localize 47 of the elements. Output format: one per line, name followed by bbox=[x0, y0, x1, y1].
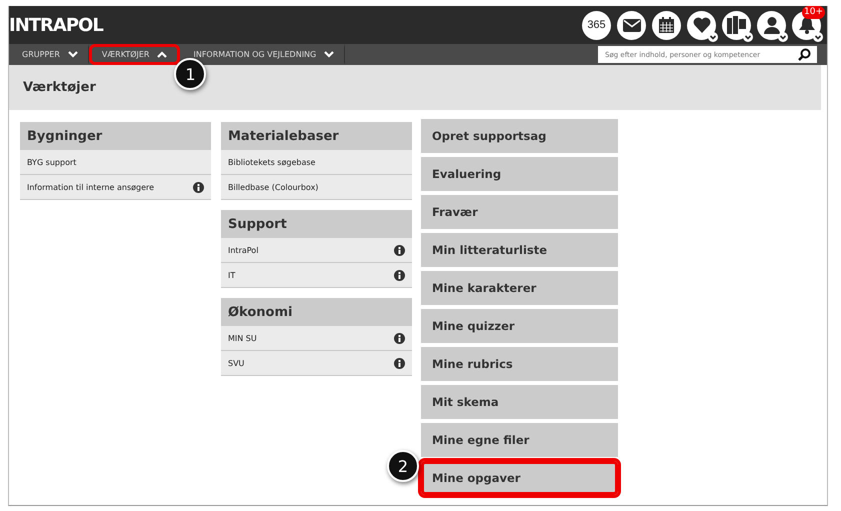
tool-link[interactable]: Min litteraturliste bbox=[421, 233, 618, 267]
tool-link[interactable]: Mine karakterer bbox=[421, 271, 618, 305]
envelope-icon bbox=[622, 18, 640, 32]
page-title: Værktøjer bbox=[23, 80, 96, 95]
info-icon bbox=[394, 270, 405, 280]
group-heading: Materialebaser bbox=[221, 122, 412, 150]
group-heading: Bygninger bbox=[20, 122, 211, 150]
link-row[interactable]: IntraPol bbox=[221, 238, 412, 263]
logo[interactable]: INTRAPOL bbox=[9, 14, 103, 36]
person-button[interactable] bbox=[757, 10, 786, 40]
info-icon bbox=[394, 332, 405, 344]
group-heading: Økonomi bbox=[221, 298, 412, 326]
tool-link[interactable]: Mine quizzer bbox=[421, 309, 618, 343]
tool-link[interactable]: Mine rubrics bbox=[421, 347, 618, 381]
books-button[interactable] bbox=[722, 10, 751, 40]
bell-icon bbox=[798, 16, 814, 34]
chevron-up-icon bbox=[157, 51, 168, 58]
heart-button[interactable] bbox=[687, 10, 716, 40]
mail-button[interactable] bbox=[617, 10, 646, 40]
office-button[interactable]: 365 bbox=[582, 10, 611, 40]
tool-link[interactable]: Mine egne filer bbox=[421, 423, 618, 457]
link-row[interactable]: IT bbox=[221, 263, 412, 288]
link-row[interactable]: SVU bbox=[221, 351, 412, 376]
heart-icon bbox=[692, 17, 710, 33]
info-icon bbox=[394, 358, 405, 368]
books-icon bbox=[726, 16, 746, 34]
link-row[interactable]: BYG support bbox=[20, 150, 211, 175]
chevron-down-icon bbox=[324, 51, 334, 58]
tool-link[interactable]: Fravær bbox=[421, 195, 618, 229]
tool-link[interactable]: Mine opgaver bbox=[421, 461, 618, 495]
person-icon bbox=[764, 16, 780, 34]
tool-link[interactable]: Opret supportsag bbox=[421, 119, 618, 153]
step-marker: 2 bbox=[387, 450, 419, 482]
calendar-icon bbox=[659, 17, 674, 33]
link-row[interactable]: Bibliotekets søgebase bbox=[221, 150, 412, 175]
info-icon bbox=[193, 182, 204, 192]
chevron-down-icon bbox=[68, 51, 78, 58]
info-icon bbox=[394, 244, 405, 256]
link-row[interactable]: Information til interne ansøgere bbox=[20, 175, 211, 200]
tool-link[interactable]: Mit skema bbox=[421, 385, 618, 419]
link-row[interactable]: MIN SU bbox=[221, 326, 412, 351]
link-row[interactable]: Billedbase (Colourbox) bbox=[221, 175, 412, 200]
search-icon bbox=[798, 48, 811, 61]
calendar-button[interactable] bbox=[652, 10, 681, 40]
group-heading: Support bbox=[221, 210, 412, 238]
tool-link[interactable]: Evaluering bbox=[421, 157, 618, 191]
notification-badge: 10+ bbox=[802, 6, 825, 18]
